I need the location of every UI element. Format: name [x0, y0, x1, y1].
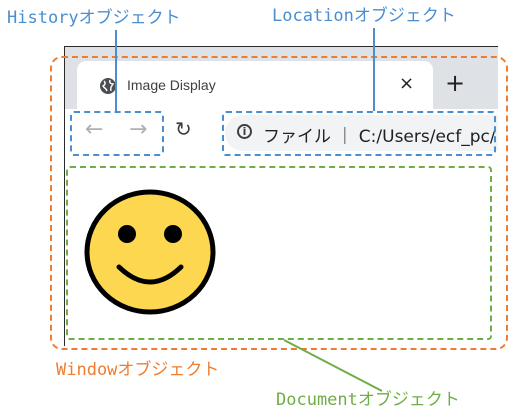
- window-object-label: Windowオブジェクト: [56, 360, 220, 380]
- document-object-label: Documentオブジェクト: [276, 390, 460, 410]
- connector-lines: [115, 28, 383, 392]
